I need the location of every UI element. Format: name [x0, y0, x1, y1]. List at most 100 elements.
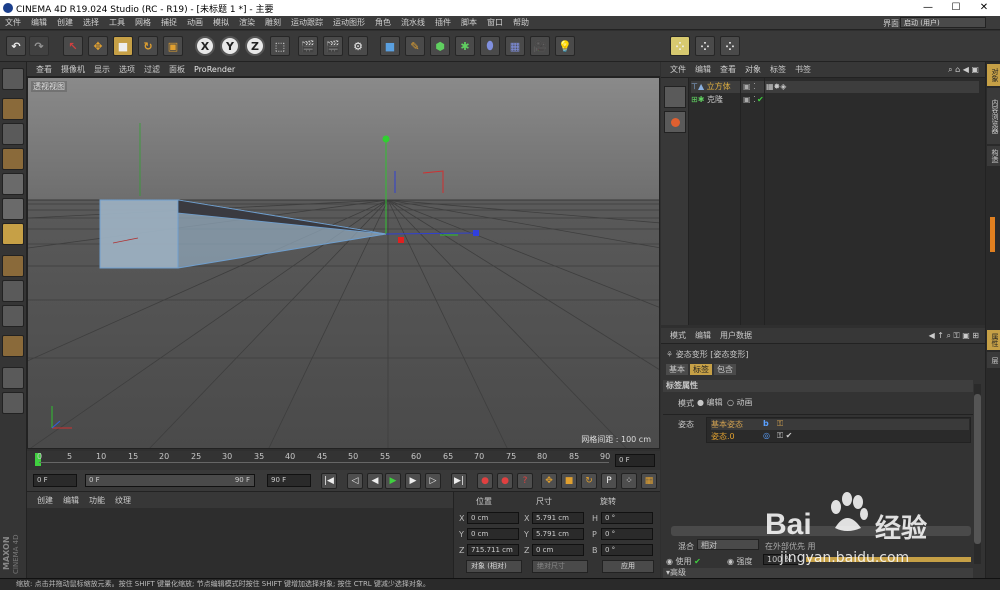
om-menu-tags[interactable]: 标签	[770, 64, 786, 75]
subdivision-surface-icon[interactable]: ⬢	[430, 36, 450, 56]
menu-animate[interactable]: 动画	[187, 17, 203, 28]
size-x-field[interactable]: 5.791 cm	[532, 512, 584, 524]
menu-help[interactable]: 帮助	[513, 17, 529, 28]
autokey-icon[interactable]: ●	[497, 473, 513, 489]
maximize-button[interactable]: ☐	[942, 0, 970, 16]
menu-tools[interactable]: 工具	[109, 17, 125, 28]
enable-axis-icon[interactable]	[2, 255, 24, 277]
rotate-tool-icon[interactable]: ↻	[138, 36, 158, 56]
render-settings-icon[interactable]: ⚙	[348, 36, 368, 56]
size-y-field[interactable]: 5.791 cm	[532, 528, 584, 540]
planar-workplane-icon[interactable]	[2, 392, 24, 414]
tab-include[interactable]: 包含	[714, 364, 736, 375]
menu-select[interactable]: 选择	[83, 17, 99, 28]
redo-icon[interactable]: ↷	[29, 36, 49, 56]
menu-create[interactable]: 创建	[57, 17, 73, 28]
om-search-icon[interactable]: ⌕ ⌂ ◀ ▣	[948, 65, 979, 75]
menu-mesh[interactable]: 网格	[135, 17, 151, 28]
pose-item-0[interactable]: 姿态.0 ◎ ⚿ ✔	[711, 431, 969, 442]
workplane-mode-icon[interactable]	[2, 148, 24, 170]
pose-morph-tag-icon[interactable]: ▦✸◈	[766, 81, 786, 93]
polygons-mode-icon[interactable]	[2, 223, 24, 245]
x-axis-lock-button[interactable]: X	[195, 36, 215, 56]
om-menu-file[interactable]: 文件	[670, 64, 686, 75]
menu-mograph[interactable]: 运动图形	[333, 17, 365, 28]
frame-range-slider[interactable]: 0 F 90 F	[85, 474, 255, 487]
layout-select[interactable]: 启动 (用户)	[900, 17, 986, 28]
size-mode-dropdown[interactable]: 绝对尺寸	[532, 560, 588, 573]
tab-objects[interactable]: 对象	[987, 64, 1000, 86]
render-view-icon[interactable]: 🎬	[298, 36, 318, 56]
tab-tag[interactable]: 标签	[690, 364, 712, 375]
am-menu-edit[interactable]: 编辑	[695, 330, 711, 341]
record-icon[interactable]: ●	[477, 473, 493, 489]
tab-layers[interactable]: 层	[987, 352, 1000, 368]
menu-motion-tracking[interactable]: 运动跟踪	[291, 17, 323, 28]
rot-p-field[interactable]: 0 °	[601, 528, 653, 540]
om-menu-edit[interactable]: 编辑	[695, 64, 711, 75]
recent-tool-icon[interactable]: ▣	[163, 36, 183, 56]
floor-icon[interactable]: ▦	[505, 36, 525, 56]
light-icon[interactable]: 💡	[555, 36, 575, 56]
pos-y-field[interactable]: 0 cm	[467, 528, 519, 540]
pose-lock-icon[interactable]: ⚿ ✔	[777, 431, 792, 441]
key-scale-icon[interactable]: ■	[561, 473, 577, 489]
cube-icon[interactable]: ■	[380, 36, 400, 56]
points-mode-icon[interactable]	[2, 173, 24, 195]
go-to-start-icon[interactable]: |◀	[321, 473, 337, 489]
mat-menu-texture[interactable]: 纹理	[115, 495, 131, 506]
am-menu-userdata[interactable]: 用户数据	[720, 330, 752, 341]
menu-plugins[interactable]: 插件	[435, 17, 451, 28]
om-menu-view[interactable]: 查看	[720, 64, 736, 75]
snap-icon[interactable]	[2, 305, 24, 327]
menu-snap[interactable]: 捕捉	[161, 17, 177, 28]
pos-z-field[interactable]: 715.711 cm	[467, 544, 519, 556]
cloner-icon[interactable]: ✱	[455, 36, 475, 56]
ik-tool-icon[interactable]	[664, 86, 686, 108]
vp-menu-cameras[interactable]: 摄像机	[61, 64, 85, 75]
menu-character[interactable]: 角色	[375, 17, 391, 28]
keyframe-selection-icon[interactable]: ?	[517, 473, 533, 489]
rot-h-field[interactable]: 0 °	[601, 512, 653, 524]
vp-menu-view[interactable]: 查看	[36, 64, 52, 75]
blend-dropdown[interactable]: 相对	[697, 539, 759, 550]
mode-edges-icon[interactable]: ⁘	[695, 36, 715, 56]
mat-menu-edit[interactable]: 编辑	[63, 495, 79, 506]
tab-structure[interactable]: 构造	[987, 146, 1000, 166]
scroll-indicator[interactable]	[990, 217, 995, 252]
object-row-cube[interactable]: ⊤▲ 立方体 ▣ ⁚ ▦✸◈	[691, 81, 979, 93]
lock-workplane-icon[interactable]	[2, 367, 24, 389]
vp-menu-prorender[interactable]: ProRender	[194, 65, 235, 74]
perspective-viewport[interactable]: 透视视图 网格间距 : 100 cm	[27, 77, 660, 449]
mode-polygons-icon[interactable]: ⁘	[720, 36, 740, 56]
current-frame-field[interactable]: 0 F	[615, 454, 655, 467]
viewport-scene[interactable]	[28, 78, 660, 449]
make-editable-icon[interactable]	[2, 68, 24, 90]
deformer-icon[interactable]: ⬮	[480, 36, 500, 56]
scale-tool-icon[interactable]: ■	[113, 36, 133, 56]
pose-tool-icon[interactable]	[664, 111, 686, 133]
rot-b-field[interactable]: 0 °	[601, 544, 653, 556]
mode-radio-edit[interactable]: ● 编辑	[697, 397, 723, 408]
close-button[interactable]: ✕	[970, 0, 998, 16]
magnet-icon[interactable]	[2, 335, 24, 357]
model-mode-icon[interactable]	[2, 98, 24, 120]
previous-key-icon[interactable]: ◁	[347, 473, 363, 489]
om-menu-bookmarks[interactable]: 书签	[795, 64, 811, 75]
mode-points-icon[interactable]: ⁘	[670, 36, 690, 56]
tweak-mode-icon[interactable]	[2, 280, 24, 302]
am-menu-mode[interactable]: 模式	[670, 330, 686, 341]
vp-menu-filter[interactable]: 过滤	[144, 64, 160, 75]
tab-content-browser[interactable]: 内容浏览器	[987, 88, 1000, 144]
pos-x-field[interactable]: 0 cm	[467, 512, 519, 524]
key-rotation-icon[interactable]: ↻	[581, 473, 597, 489]
menu-window[interactable]: 窗口	[487, 17, 503, 28]
menu-file[interactable]: 文件	[5, 17, 21, 28]
texture-mode-icon[interactable]	[2, 123, 24, 145]
menu-script[interactable]: 脚本	[461, 17, 477, 28]
previous-frame-icon[interactable]: ◀	[367, 473, 383, 489]
go-to-end-icon[interactable]: ▶|	[451, 473, 467, 489]
key-parameter-icon[interactable]: P	[601, 473, 617, 489]
menu-pipeline[interactable]: 流水线	[401, 17, 425, 28]
edges-mode-icon[interactable]	[2, 198, 24, 220]
